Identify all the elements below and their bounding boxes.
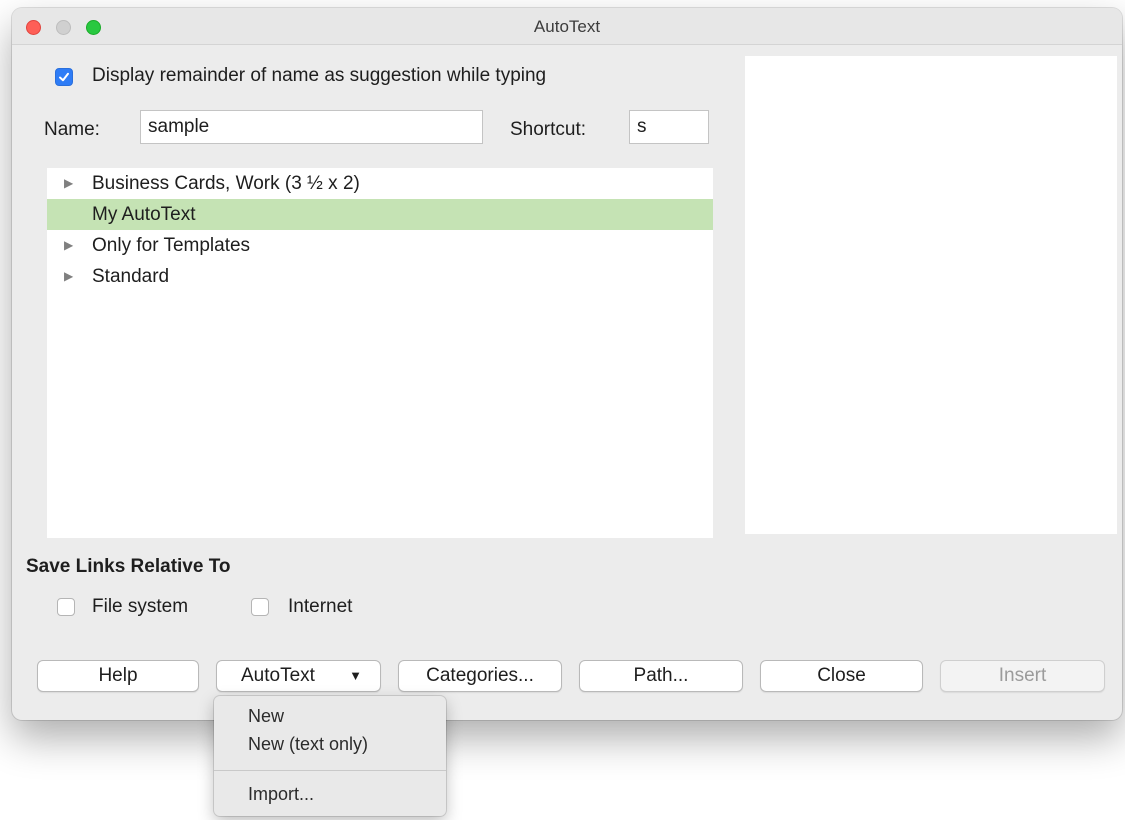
tree-item-label: Standard (92, 266, 170, 287)
menu-item-import[interactable]: Import... (248, 784, 314, 805)
tree-item-business-cards[interactable]: ▶ Business Cards, Work (3 ½ x 2) (47, 168, 713, 199)
menu-separator (214, 770, 446, 771)
menu-item-new[interactable]: New (248, 706, 284, 727)
tree-item-label: My AutoText (92, 204, 196, 225)
tree-item-standard[interactable]: ▶ Standard (47, 261, 713, 292)
shortcut-input[interactable]: s (629, 110, 709, 144)
insert-button: Insert (940, 660, 1105, 692)
name-input[interactable]: sample (140, 110, 483, 144)
categories-button[interactable]: Categories... (398, 660, 562, 692)
preview-pane (745, 56, 1117, 534)
expand-arrow-icon[interactable]: ▶ (64, 176, 73, 190)
save-links-heading: Save Links Relative To (26, 556, 231, 577)
shortcut-label: Shortcut: (510, 119, 587, 140)
expand-arrow-icon[interactable]: ▶ (64, 269, 73, 283)
autotext-dropdown-menu: New New (text only) Import... (214, 696, 446, 816)
category-tree[interactable]: ▶ Business Cards, Work (3 ½ x 2) My Auto… (47, 168, 713, 538)
name-label: Name: (44, 119, 100, 140)
internet-label[interactable]: Internet (288, 596, 352, 618)
path-button[interactable]: Path... (579, 660, 743, 692)
file-system-checkbox[interactable] (57, 598, 75, 616)
tree-item-my-autotext[interactable]: My AutoText (47, 199, 713, 230)
internet-checkbox[interactable] (251, 598, 269, 616)
checkmark-icon (59, 72, 69, 82)
menu-item-new-text-only[interactable]: New (text only) (248, 734, 368, 755)
help-button[interactable]: Help (37, 660, 199, 692)
tree-item-label: Business Cards, Work (3 ½ x 2) (92, 173, 360, 194)
expand-arrow-icon[interactable]: ▶ (64, 238, 73, 252)
tree-item-label: Only for Templates (92, 235, 251, 256)
close-button[interactable]: Close (760, 660, 923, 692)
autotext-menu-button[interactable]: AutoText ▼ (216, 660, 381, 692)
file-system-label[interactable]: File system (92, 596, 188, 618)
window-title: AutoText (533, 17, 601, 36)
autotext-button-label: AutoText (241, 665, 315, 686)
suggestion-checkbox[interactable] (55, 68, 73, 86)
tree-item-only-for-templates[interactable]: ▶ Only for Templates (47, 230, 713, 261)
autotext-dialog: AutoText Display remainder of name as su… (12, 8, 1122, 720)
title-bar: AutoText (12, 8, 1122, 45)
suggestion-checkbox-label[interactable]: Display remainder of name as suggestion … (92, 65, 546, 87)
dropdown-arrow-icon: ▼ (349, 668, 362, 683)
